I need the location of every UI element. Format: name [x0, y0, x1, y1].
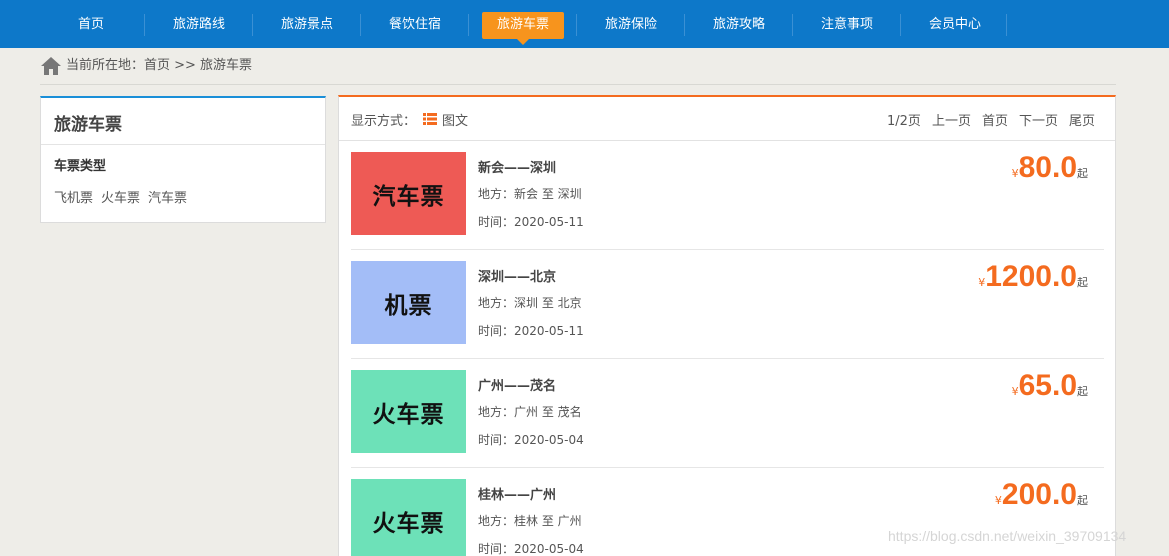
ticket-title[interactable]: 桂林——广州: [478, 484, 556, 503]
currency-symbol: ¥: [1011, 167, 1019, 180]
nav-item-notices[interactable]: 注意事项: [793, 0, 901, 48]
prev-page-link[interactable]: 上一页: [932, 114, 971, 129]
ticket-title[interactable]: 广州——茂名: [478, 375, 556, 394]
divider: [40, 84, 1116, 85]
price-amount: 65.0: [1018, 369, 1077, 402]
ticket-price: ¥65.0起: [1012, 369, 1088, 403]
nav-item-label: 旅游景点: [280, 17, 333, 32]
nav-item-dining[interactable]: 餐饮住宿: [361, 0, 469, 48]
display-mode-label: 显示方式：: [351, 114, 417, 129]
ticket-place: 地方：深圳 至 北京: [478, 296, 582, 310]
sidebar-link-flight[interactable]: 飞机票: [54, 191, 93, 206]
divider: [41, 144, 325, 145]
page-info: 1/2页: [887, 114, 921, 129]
list-item: 火车票 广州——茂名 地方：广州 至 茂名 时间：2020-05-04 ¥65.…: [351, 359, 1104, 468]
currency-symbol: ¥: [994, 494, 1002, 507]
nav-item-label: 注意事项: [820, 17, 873, 32]
nav-item-tickets[interactable]: 旅游车票: [469, 0, 577, 48]
ticket-time: 时间：2020-05-04: [478, 542, 584, 556]
sidebar: 旅游车票 车票类型 飞机票 火车票 汽车票: [40, 96, 326, 223]
price-amount: 80.0: [1018, 151, 1077, 184]
nav-item-routes[interactable]: 旅游路线: [145, 0, 253, 48]
ticket-title[interactable]: 新会——深圳: [478, 157, 556, 176]
ticket-time: 时间：2020-05-04: [478, 433, 584, 447]
nav-item-home[interactable]: 首页: [37, 0, 145, 48]
ticket-price: ¥1200.0起: [978, 260, 1088, 294]
last-page-link[interactable]: 尾页: [1069, 114, 1095, 129]
ticket-place: 地方：广州 至 茂名: [478, 405, 582, 419]
ticket-list-panel: 显示方式： 图文 1/2页 上一页 首页 下一页 尾页 汽车票 新会——深圳 地方：新会…: [338, 95, 1116, 556]
price-suffix: 起: [1077, 276, 1088, 289]
nav-item-label: 旅游保险: [604, 17, 657, 32]
nav-item-label: 旅游路线: [172, 17, 225, 32]
nav-item-label: 首页: [77, 17, 104, 32]
pagination: 1/2页 上一页 首页 下一页 尾页: [887, 110, 1095, 129]
price-amount: 200.0: [1001, 478, 1077, 511]
nav-item-member[interactable]: 会员中心: [901, 0, 1009, 48]
sidebar-title: 旅游车票: [54, 115, 122, 135]
nav-item-guides[interactable]: 旅游攻略: [685, 0, 793, 48]
ticket-type-links: 飞机票 火车票 汽车票: [54, 187, 195, 206]
sidebar-link-bus[interactable]: 汽车票: [148, 191, 187, 206]
sidebar-subtitle: 车票类型: [54, 159, 107, 174]
sidebar-link-train[interactable]: 火车票: [101, 191, 140, 206]
list-item: 机票 深圳——北京 地方：深圳 至 北京 时间：2020-05-11 ¥1200…: [351, 250, 1104, 359]
price-suffix: 起: [1077, 494, 1088, 507]
currency-symbol: ¥: [1011, 385, 1019, 398]
ticket-time: 时间：2020-05-11: [478, 324, 584, 338]
nav-item-label: 餐饮住宿: [388, 17, 441, 32]
breadcrumb-text: 当前所在地：首页 >> 旅游车票: [66, 58, 253, 73]
list-view-icon[interactable]: [423, 113, 437, 125]
nav-item-label: 会员中心: [928, 17, 981, 32]
nav-item-label: 旅游攻略: [712, 17, 765, 32]
ticket-place: 地方：新会 至 深圳: [478, 187, 582, 201]
nav-item-attractions[interactable]: 旅游景点: [253, 0, 361, 48]
ticket-price: ¥200.0起: [995, 478, 1088, 512]
ticket-thumbnail[interactable]: 火车票: [351, 479, 466, 556]
ticket-place: 地方：桂林 至 广州: [478, 514, 582, 528]
price-suffix: 起: [1077, 385, 1088, 398]
top-nav: 首页 旅游路线 旅游景点 餐饮住宿 旅游车票 旅游保险 旅游攻略 注意事项 会员…: [0, 0, 1169, 48]
home-icon: [41, 57, 61, 75]
watermark: https://blog.csdn.net/weixin_39709134: [888, 528, 1127, 544]
ticket-thumbnail[interactable]: 机票: [351, 261, 466, 344]
nav-item-label: 旅游车票: [496, 17, 549, 32]
first-page-link[interactable]: 首页: [982, 114, 1008, 129]
display-mode-option[interactable]: 图文: [442, 110, 468, 129]
list-item: 汽车票 新会——深圳 地方：新会 至 深圳 时间：2020-05-11 ¥80.…: [351, 141, 1104, 250]
next-page-link[interactable]: 下一页: [1019, 114, 1058, 129]
ticket-price: ¥80.0起: [1012, 151, 1088, 185]
price-suffix: 起: [1077, 167, 1088, 180]
ticket-thumbnail[interactable]: 火车票: [351, 370, 466, 453]
nav-item-insurance[interactable]: 旅游保险: [577, 0, 685, 48]
price-amount: 1200.0: [985, 260, 1077, 293]
nav-separator: [1006, 14, 1007, 36]
ticket-title[interactable]: 深圳——北京: [478, 266, 556, 285]
ticket-thumbnail[interactable]: 汽车票: [351, 152, 466, 235]
ticket-time: 时间：2020-05-11: [478, 215, 584, 229]
list-toolbar: 显示方式： 图文 1/2页 上一页 首页 下一页 尾页: [339, 97, 1115, 141]
